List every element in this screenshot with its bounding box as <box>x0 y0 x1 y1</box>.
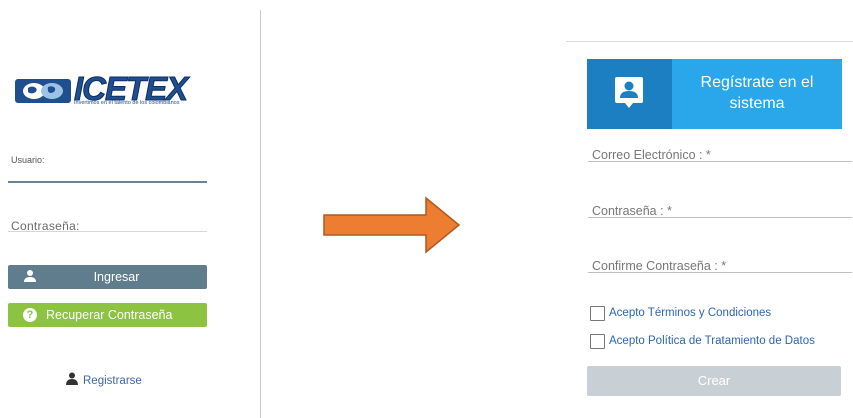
register-header-icon-box <box>587 59 672 129</box>
email-label: Correo Electrónico : * <box>592 148 711 162</box>
logo-tagline: Invertimos en el talento de los colombia… <box>74 100 180 106</box>
terms-label[interactable]: Acepto Términos y Condiciones <box>609 307 771 319</box>
confirm-password-label: Confirme Contraseña : * <box>592 259 727 273</box>
top-divider <box>566 41 853 42</box>
icetex-logo: ICETEX Invertimos en el talento de los c… <box>14 71 200 108</box>
user-icon <box>66 372 78 385</box>
recover-password-button[interactable]: ? Recuperar Contraseña <box>8 303 207 327</box>
globe-logo-icon <box>15 79 71 103</box>
register-link-label: Registrarse <box>83 375 142 387</box>
create-button[interactable]: Crear <box>587 366 841 396</box>
register-password-label: Contraseña : * <box>592 204 672 218</box>
password-input[interactable] <box>8 231 207 232</box>
register-title: Regístrate en el sistema <box>700 74 814 112</box>
recover-password-label: Recuperar Contraseña <box>46 308 173 322</box>
username-input[interactable] <box>8 181 207 183</box>
register-password-field[interactable] <box>588 217 852 218</box>
username-label: Usuario: <box>11 155 45 165</box>
question-icon: ? <box>23 308 37 322</box>
terms-checkbox[interactable] <box>590 306 605 321</box>
privacy-checkbox[interactable] <box>590 334 605 349</box>
register-header: Regístrate en el sistema <box>587 59 842 129</box>
login-button[interactable]: Ingresar <box>8 265 207 289</box>
arrow-right-icon <box>323 196 461 254</box>
email-field[interactable] <box>588 161 852 162</box>
vertical-divider <box>260 10 261 418</box>
confirm-password-field[interactable] <box>588 272 852 273</box>
login-button-label: Ingresar <box>93 270 140 284</box>
privacy-label[interactable]: Acepto Política de Tratamiento de Datos <box>609 335 815 347</box>
contact-card-icon <box>615 77 643 108</box>
